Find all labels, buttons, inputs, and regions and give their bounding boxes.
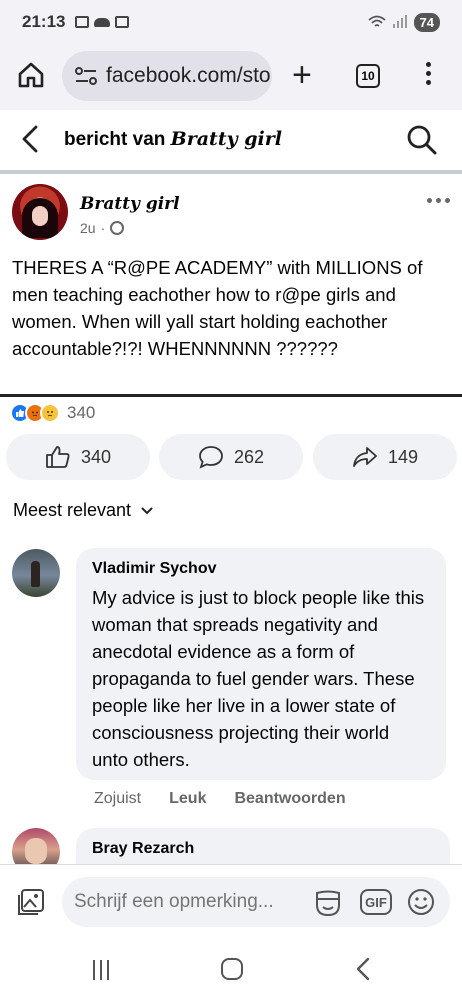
- search-icon[interactable]: [406, 124, 438, 156]
- home-icon[interactable]: [16, 60, 46, 90]
- status-time: 21:13: [22, 12, 66, 31]
- tab-switcher-button[interactable]: 10: [356, 64, 380, 88]
- thumbs-up-icon: [46, 446, 70, 468]
- address-bar[interactable]: facebook.com/sto: [62, 51, 272, 101]
- sad-reaction-icon: [40, 403, 60, 423]
- emoji-icon[interactable]: [406, 887, 436, 917]
- site-settings-icon[interactable]: [74, 65, 98, 87]
- page-header: bericht van Bratty girl: [0, 110, 462, 170]
- back-nav-icon[interactable]: [352, 956, 376, 982]
- comment-bubble-icon: [199, 446, 223, 469]
- signal-icon: [392, 15, 407, 28]
- sticker-icon[interactable]: [312, 887, 344, 919]
- comment-text: My advice is just to block people like t…: [92, 587, 425, 770]
- system-navigation-bar: [0, 940, 462, 1000]
- comment-composer: GIF: [0, 864, 462, 940]
- new-tab-button[interactable]: +: [292, 58, 312, 92]
- share-arrow-icon: [353, 447, 377, 467]
- globe-icon: [110, 221, 125, 235]
- comment-like-button[interactable]: Leuk: [169, 790, 206, 808]
- commenter-name[interactable]: Vladimir Sychov: [92, 560, 430, 578]
- page-title: bericht van Bratty girl: [64, 128, 282, 151]
- post-meta: 2u ·: [80, 220, 125, 236]
- comment-count: 262: [233, 446, 265, 467]
- cloud-icon: [94, 17, 111, 27]
- commenter-name[interactable]: Bray Rezarch: [92, 840, 434, 858]
- divider: [0, 170, 462, 174]
- share-button[interactable]: 149: [313, 434, 457, 480]
- comment-bubble: Vladimir Sychov My advice is just to blo…: [76, 548, 446, 780]
- post-time[interactable]: 2u: [80, 220, 96, 236]
- recent-apps-icon[interactable]: [93, 960, 115, 980]
- back-arrow-icon[interactable]: [18, 124, 42, 154]
- screenshot-icon: [75, 16, 90, 28]
- reaction-count: 340: [67, 403, 96, 422]
- chevron-down-icon: [141, 506, 153, 514]
- comment-time: Zojuist: [94, 790, 142, 807]
- home-nav-icon[interactable]: [221, 958, 243, 980]
- battery-indicator: 74: [413, 12, 440, 32]
- post-text: THERES A “R@PE ACADEMY” with MILLIONS of…: [12, 257, 423, 359]
- meta-separator: ·: [100, 220, 106, 236]
- author-avatar[interactable]: [12, 184, 68, 240]
- more-options-icon[interactable]: [427, 198, 450, 203]
- browser-menu-button[interactable]: [424, 62, 432, 85]
- wifi-icon: [367, 15, 386, 27]
- title-brand: Bratty girl: [170, 128, 282, 150]
- comment-reply-button[interactable]: Beantwoorden: [234, 790, 345, 808]
- comment-input[interactable]: [74, 889, 299, 915]
- like-button[interactable]: 340: [6, 434, 150, 480]
- share-count: 149: [387, 446, 419, 467]
- post-divider: [0, 394, 462, 397]
- notification-icon: [115, 16, 130, 28]
- gif-button[interactable]: GIF: [360, 889, 392, 915]
- commenter-avatar[interactable]: [12, 549, 60, 597]
- like-count: 340: [80, 446, 112, 467]
- comment-input-container[interactable]: GIF: [62, 877, 450, 927]
- reactions-summary[interactable]: 340: [10, 403, 95, 423]
- post-author[interactable]: Bratty girl: [80, 194, 180, 214]
- title-prefix: bericht van: [64, 129, 166, 150]
- browser-toolbar: facebook.com/sto + 10: [0, 44, 462, 110]
- comment-actions: Zojuist Leuk Beantwoorden: [94, 790, 346, 808]
- status-bar: 21:13 74: [0, 0, 462, 44]
- sort-label: Meest relevant: [13, 500, 132, 520]
- post-header: Bratty girl 2u ·: [0, 178, 462, 248]
- comment-sort-dropdown[interactable]: Meest relevant: [13, 500, 153, 521]
- url-text: facebook.com/sto: [106, 64, 271, 87]
- photo-icon[interactable]: [16, 887, 46, 917]
- comment-button[interactable]: 262: [159, 434, 303, 480]
